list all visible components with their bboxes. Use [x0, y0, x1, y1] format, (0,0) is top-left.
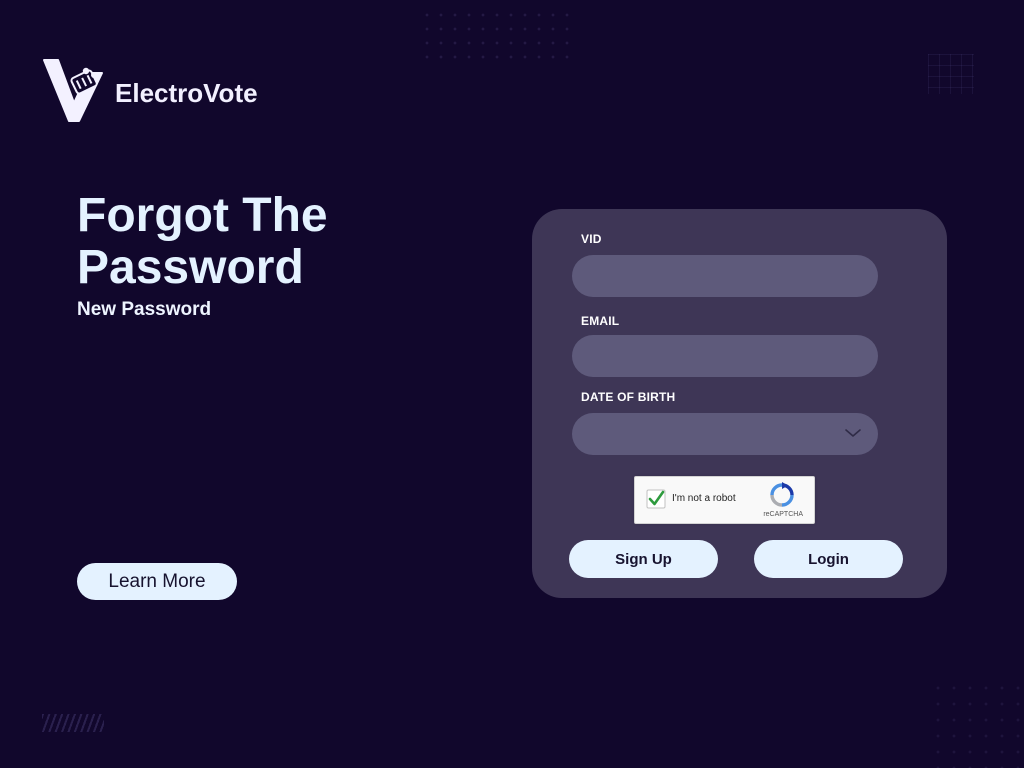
captcha-brand: reCAPTCHA [763, 511, 803, 518]
page-title: Forgot The Password [77, 189, 328, 294]
v-ballot-logo-icon [43, 59, 103, 122]
vid-label: VID [581, 232, 602, 246]
captcha-text: I'm not a robot [672, 493, 736, 504]
dob-label: DATE OF BIRTH [581, 390, 676, 404]
chevron-down-icon [845, 429, 861, 437]
recaptcha-logo-icon [770, 482, 794, 507]
vid-input[interactable] [572, 255, 878, 297]
dob-select[interactable] [572, 413, 878, 455]
login-button[interactable]: Login [754, 540, 903, 578]
sign-up-button[interactable]: Sign Up [569, 540, 718, 578]
captcha-checkbox[interactable] [646, 489, 666, 509]
learn-more-button[interactable]: Learn More [77, 563, 237, 600]
page-subtitle: New Password [77, 299, 212, 320]
brand-name: ElectroVote [115, 77, 258, 108]
email-input[interactable] [572, 335, 878, 377]
email-label: EMAIL [581, 314, 620, 328]
recaptcha-widget: I'm not a robot reCAPTCHA [634, 476, 815, 524]
grid-decoration [928, 54, 974, 94]
dot-grid-decoration [420, 8, 570, 66]
slash-decoration [42, 714, 104, 732]
dot-grid-decoration-bottom [930, 680, 1024, 768]
brand: ElectroVote [38, 57, 258, 127]
password-reset-form: VID EMAIL DATE OF BIRTH I'm not a robot … [532, 209, 947, 598]
